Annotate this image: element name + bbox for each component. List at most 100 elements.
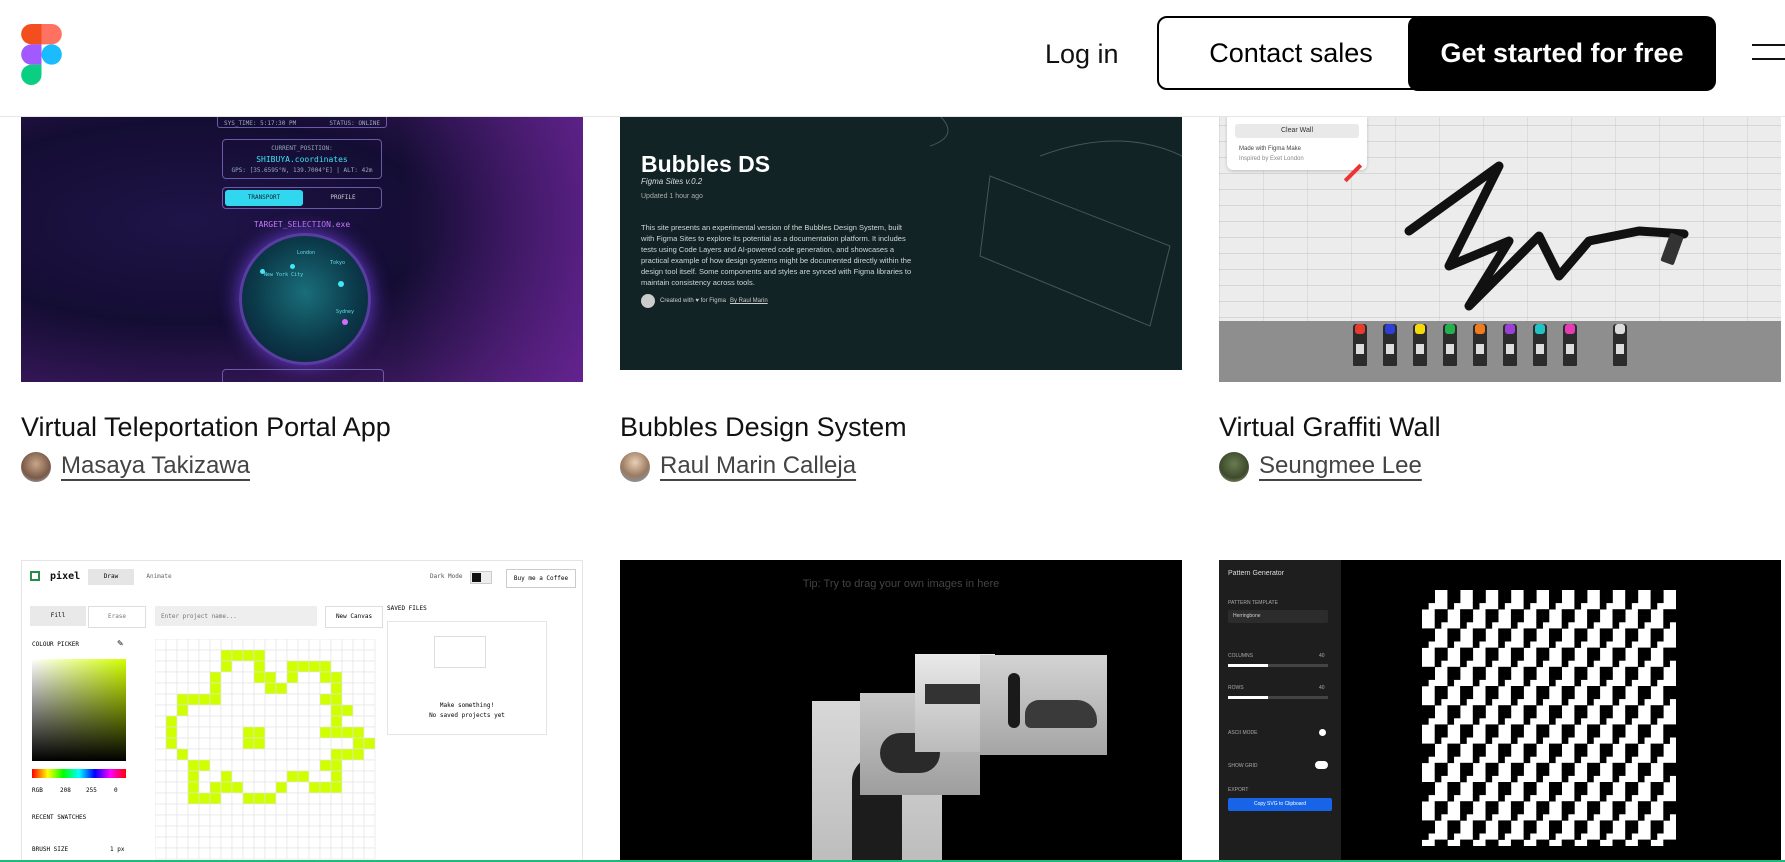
contact-sales-button[interactable]: Contact sales	[1157, 16, 1425, 90]
pattern-cell	[1510, 814, 1518, 821]
login-link[interactable]: Log in	[1045, 34, 1119, 74]
pattern-cell	[1479, 782, 1486, 789]
pattern-cell	[1542, 769, 1550, 776]
pattern-cell	[1650, 679, 1658, 687]
pixel-cell	[363, 639, 376, 651]
card-preview-graffiti[interactable]: Clear Wall Made with Figma Make Inspired…	[1219, 116, 1781, 382]
pattern-cell	[1529, 743, 1537, 751]
pattern-cell	[1523, 826, 1531, 834]
by-link[interactable]: By Raul Marin	[730, 298, 768, 304]
pattern-cell	[1606, 634, 1613, 642]
pattern-cell	[1479, 820, 1486, 828]
pixel-canvas[interactable]	[155, 639, 377, 861]
spray-can-icon[interactable]	[1473, 324, 1487, 366]
rows-slider[interactable]	[1228, 696, 1328, 699]
drag-tip: Tip: Try to drag your own images in here	[802, 578, 1000, 590]
figma-logo-icon[interactable]	[21, 24, 62, 85]
spray-can-icon[interactable]	[1443, 324, 1457, 366]
pattern-cell	[1510, 692, 1518, 700]
card-title[interactable]: Virtual Graffiti Wall	[1219, 412, 1441, 443]
pattern-cell	[1555, 666, 1562, 674]
tab-draw[interactable]: Draw	[88, 569, 134, 585]
pattern-cell	[1663, 698, 1670, 706]
hue-slider[interactable]	[32, 769, 126, 778]
transport-tab[interactable]: TRANSPORT	[225, 190, 303, 206]
card-title[interactable]: Virtual Teleportation Portal App	[21, 412, 391, 443]
card-preview-pattern-generator[interactable]: Pattern Generator PATTERN TEMPLATE Herri…	[1219, 560, 1781, 862]
columns-slider[interactable]	[1228, 664, 1328, 667]
card-preview-image-stack[interactable]: Tip: Try to drag your own images in here	[620, 560, 1182, 862]
pattern-cell	[1587, 654, 1594, 661]
pattern-cell	[1625, 679, 1632, 687]
get-started-button[interactable]: Get started for free	[1408, 16, 1716, 91]
pixel-cell	[231, 639, 244, 651]
pixel-cell	[297, 803, 310, 816]
pixel-cell	[176, 836, 189, 849]
ascii-toggle[interactable]	[1319, 729, 1326, 736]
coffee-button[interactable]: Buy me a Coffee	[506, 569, 576, 588]
spray-can-icon[interactable]	[1613, 324, 1627, 366]
template-select[interactable]: Herringbone	[1228, 610, 1328, 623]
pixel-cell	[176, 649, 189, 662]
pixel-cell	[319, 847, 332, 860]
pattern-cell	[1612, 692, 1620, 700]
pattern-cell	[1523, 628, 1531, 636]
pixel-cell	[363, 682, 376, 695]
pattern-cell	[1485, 839, 1493, 846]
avatar	[1219, 452, 1249, 482]
pixel-cell	[155, 825, 167, 838]
author-link[interactable]: Masaya Takizawa	[61, 452, 250, 480]
card-preview-bubbles[interactable]: Bubbles DS Figma Sites v.0.2 Updated 1 h…	[620, 116, 1182, 382]
pattern-cell	[1453, 743, 1461, 751]
spray-can-icon[interactable]	[1413, 324, 1427, 366]
pixel-cell	[363, 671, 376, 684]
pixel-cell	[352, 803, 365, 816]
pattern-cell	[1485, 615, 1493, 623]
card-title[interactable]: Bubbles Design System	[620, 412, 907, 443]
pixel-cell	[341, 693, 354, 706]
pixel-cell	[220, 803, 233, 816]
new-canvas-button[interactable]: New Canvas	[325, 606, 383, 628]
spray-can-icon[interactable]	[1383, 324, 1397, 366]
pixel-cell	[253, 825, 266, 838]
pattern-cell	[1612, 660, 1620, 668]
g-value[interactable]: 255	[86, 787, 97, 794]
pattern-cell	[1460, 762, 1467, 770]
b-value[interactable]: 0	[114, 787, 118, 794]
dark-mode-toggle[interactable]	[470, 571, 492, 584]
pixel-cell	[352, 836, 365, 849]
card-preview-teleportation[interactable]: SYS_TIME: 5:17:30 PM STATUS: ONLINE CURR…	[21, 116, 583, 382]
spray-can-icon[interactable]	[1563, 324, 1577, 366]
hamburger-menu-icon[interactable]	[1752, 44, 1785, 64]
pattern-cell	[1491, 801, 1499, 808]
r-value[interactable]: 208	[60, 787, 71, 794]
fill-button[interactable]: Fill	[30, 606, 86, 626]
pattern-cell	[1460, 654, 1467, 661]
photo-card[interactable]	[980, 655, 1107, 755]
erase-button[interactable]: Erase	[88, 606, 146, 628]
grid-toggle[interactable]	[1315, 761, 1328, 769]
tab-animate[interactable]: Animate	[136, 569, 182, 585]
colour-gradient-picker[interactable]	[32, 659, 126, 761]
copy-svg-button[interactable]: Copy SVG to Clipboard	[1228, 798, 1332, 811]
spray-can-icon[interactable]	[1503, 324, 1517, 366]
author-link[interactable]: Raul Marin Calleja	[660, 452, 856, 480]
pattern-cell	[1637, 698, 1645, 706]
eyedropper-icon[interactable]: ✎	[117, 639, 124, 648]
spray-can-icon[interactable]	[1353, 324, 1367, 366]
author-link[interactable]: Seungmee Lee	[1259, 452, 1422, 480]
pixel-cell	[220, 847, 233, 860]
spray-can-icon[interactable]	[1533, 324, 1547, 366]
card-preview-pixel[interactable]: pixel Draw Animate Dark Mode Buy me a Co…	[21, 560, 583, 862]
target-selection-label: TARGET_SELECTION.exe	[253, 220, 351, 229]
pattern-cell	[1428, 590, 1435, 597]
rgb-select[interactable]: RGB	[32, 787, 43, 794]
project-name-input[interactable]	[155, 606, 317, 626]
pattern-cell	[1510, 762, 1518, 770]
pattern-cell	[1549, 666, 1556, 674]
pattern-cell	[1485, 647, 1493, 655]
pattern-cell	[1422, 826, 1429, 834]
profile-tab[interactable]: PROFILE	[307, 190, 379, 206]
pixel-cell	[319, 693, 332, 706]
pixel-cell	[165, 781, 178, 794]
